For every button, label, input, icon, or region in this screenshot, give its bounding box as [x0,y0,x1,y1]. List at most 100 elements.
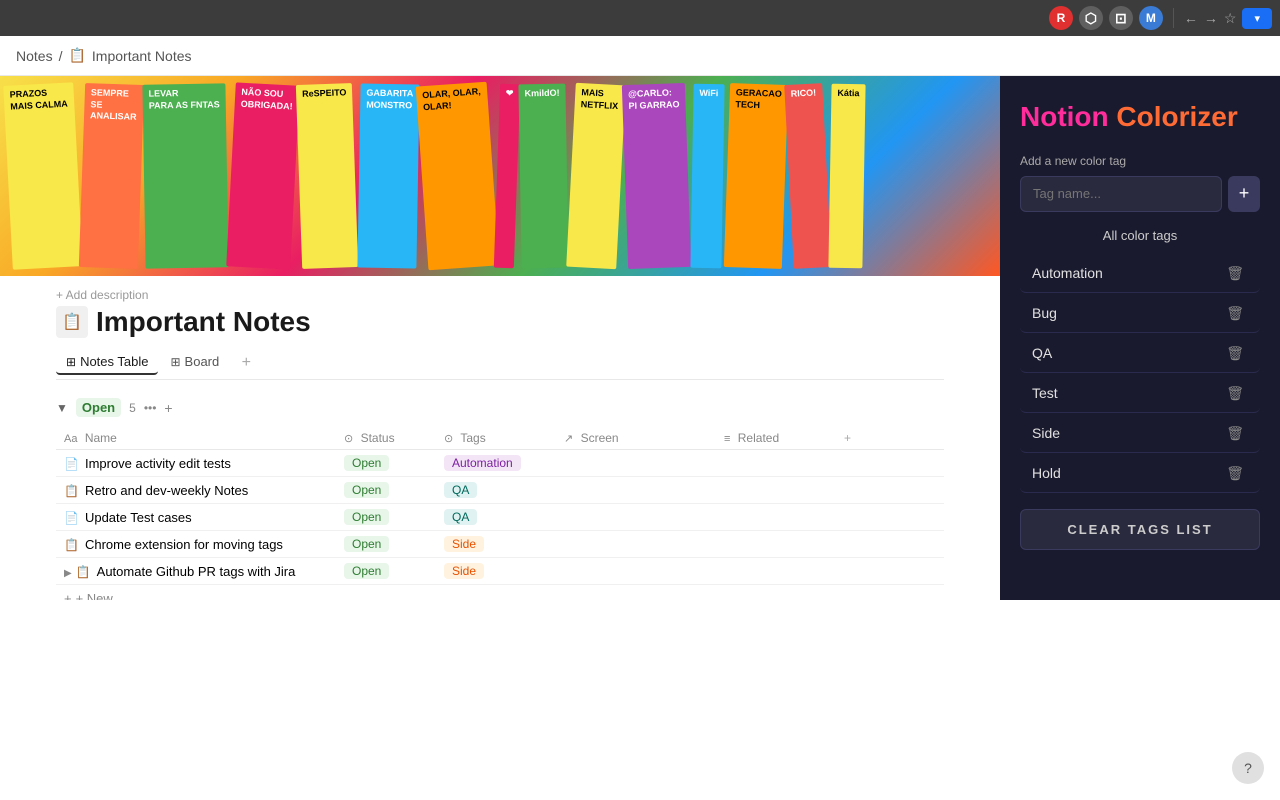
add-description[interactable]: + Add description [56,288,944,302]
list-item: Automation 🗑 [1020,255,1260,293]
section-toggle-open[interactable]: ▼ [56,401,68,415]
th-status: ⊙ Status [336,427,436,450]
add-new-open[interactable]: + + New [56,585,944,600]
breadcrumb-bar: Notes / 📋 Important Notes [0,36,1280,76]
add-new-icon: + [64,591,72,600]
table-header-row: Aa Name ⊙ Status ⊙ Tags ↗ [56,427,944,450]
row-icon-2: 📄 [64,511,79,525]
list-item: QA 🗑 [1020,335,1260,373]
star-icon[interactable]: ☆ [1224,10,1237,27]
th-related: ≡ Related [716,427,836,450]
sticky-note: ReSPEITO [296,83,359,269]
tag-name-input[interactable] [1020,176,1222,212]
table-row[interactable]: 📄Update Test cases Open QA [56,504,944,531]
list-item: Bug 🗑 [1020,295,1260,333]
list-item: Side 🗑 [1020,415,1260,453]
sticky-note: Kátia [829,84,866,269]
header-image: PRAZOSMAIS CALMA SEMPRESEANALISAR LEVARP… [0,76,1000,276]
title-notion: Notion [1020,101,1109,132]
sticky-note: OLAR, OLAR,OLAR! [416,82,499,270]
clear-tags-button[interactable]: CLEAR TAGS LIST [1020,509,1260,550]
table-row[interactable]: 📋Chrome extension for moving tags Open S… [56,531,944,558]
table-icon: ⊞ [66,355,76,369]
status-badge: Open [344,455,389,471]
tag-badge: QA [444,482,477,498]
m-icon[interactable]: M [1139,6,1163,30]
grid-icon[interactable]: ⊡ [1109,6,1133,30]
list-item: Hold 🗑 [1020,455,1260,493]
add-tag-button[interactable]: + [1228,176,1260,212]
th-tags-icon: ⊙ [444,433,453,445]
tag-item-name: Hold [1032,465,1061,481]
sticky-note: PRAZOSMAIS CALMA [3,82,82,269]
breadcrumb-separator: / [59,48,63,64]
table-open: Aa Name ⊙ Status ⊙ Tags ↗ [56,427,944,585]
table-row[interactable]: 📋Retro and dev-weekly Notes Open QA [56,477,944,504]
help-button[interactable]: ? [1232,752,1264,784]
section-open: ▼ Open 5 ••• + Aa Name ⊙ Status [56,392,944,600]
tag-input-row: + [1020,176,1260,212]
row-icon-4: 📋 [76,565,91,579]
tab-board-label: Board [185,354,220,369]
section-header-open: ▼ Open 5 ••• + [56,392,944,423]
page-content: PRAZOSMAIS CALMA SEMPRESEANALISAR LEVARP… [0,76,1000,600]
tab-board[interactable]: ⊞ Board [160,350,229,375]
add-view-button[interactable]: + [235,352,257,374]
tag-badge: Side [444,536,484,552]
colorizer-title: Notion Colorizer [1020,100,1260,134]
history-forward-icon[interactable]: → [1204,10,1218,26]
browser-action-btn[interactable]: ▾ [1242,8,1272,29]
tab-notes-table[interactable]: ⊞ Notes Table [56,350,158,375]
sticky-note: NÃO SOUOBRIGADA! [226,82,300,269]
sticky-note: MAISNETFLIX [566,83,625,269]
sticky-note: GERACAOTECH [723,83,787,269]
table-row[interactable]: 📄Improve activity edit tests Open Automa… [56,450,944,477]
section-more-open[interactable]: ••• [144,401,157,415]
sticky-note: WiFi [690,84,724,269]
sticky-note: RICO! [784,83,831,269]
breadcrumb-icon: 📋 [68,47,85,64]
page-title: Important Notes [96,306,311,338]
delete-tag-button[interactable]: 🗑 [1222,303,1248,324]
th-screen: ↗ Screen [556,427,716,450]
browser-bar: R ⬡ ⊡ M ← → ☆ ▾ [0,0,1280,36]
th-add[interactable]: + [836,427,944,450]
view-tabs: ⊞ Notes Table ⊞ Board + [56,350,944,380]
sticky-note: ❤ [493,84,519,269]
delete-tag-button[interactable]: 🗑 [1222,263,1248,284]
status-badge: Open [344,563,389,579]
list-item: Test 🗑 [1020,375,1260,413]
th-name-icon: Aa [64,433,77,445]
tag-item-name: Side [1032,425,1060,441]
title-colorizer: Colorizer [1116,101,1237,132]
red-ext-icon[interactable]: R [1049,6,1073,30]
table-row[interactable]: ▶📋Automate Github PR tags with Jira Open… [56,558,944,585]
sticky-note: SEMPRESEANALISAR [78,83,143,269]
th-tags: ⊙ Tags [436,427,556,450]
breadcrumb-current: Important Notes [92,48,192,64]
sticky-note: GABARITAMONSTRO [358,84,420,269]
expand-arrow[interactable]: ▶ [64,568,72,579]
status-badge: Open [344,536,389,552]
page-title-row: 📋 Important Notes [56,306,944,338]
add-tag-label: Add a new color tag [1020,154,1260,168]
delete-tag-button[interactable]: 🗑 [1222,383,1248,404]
tag-item-name: Test [1032,385,1058,401]
tab-notes-table-label: Notes Table [80,354,148,369]
sticky-note: KmildO! [519,84,569,269]
delete-tag-button[interactable]: 🗑 [1222,463,1248,484]
breadcrumb-parent[interactable]: Notes [16,48,53,64]
history-back-icon[interactable]: ← [1184,10,1198,26]
row-icon-0: 📄 [64,457,79,471]
all-tags-label: All color tags [1020,228,1260,243]
divider [1173,8,1174,28]
status-badge: Open [344,482,389,498]
th-screen-icon: ↗ [564,433,573,445]
row-icon-1: 📋 [64,484,79,498]
section-name-open: Open [76,398,121,417]
delete-tag-button[interactable]: 🗑 [1222,423,1248,444]
puzzle-icon[interactable]: ⬡ [1079,6,1103,30]
delete-tag-button[interactable]: 🗑 [1222,343,1248,364]
page-icon: 📋 [56,306,88,338]
section-add-open[interactable]: + [164,400,172,416]
